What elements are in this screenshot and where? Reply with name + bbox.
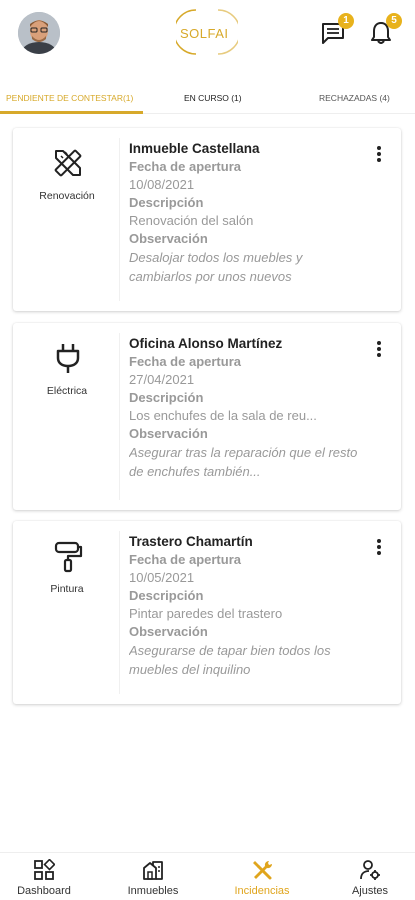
description-label: Descripción	[129, 390, 204, 405]
active-tab-indicator	[0, 111, 143, 114]
card-divider	[119, 333, 120, 500]
solfai-logo: SOLFAI	[176, 6, 238, 58]
category-label: Pintura	[50, 583, 84, 595]
user-settings-icon	[360, 860, 380, 880]
logo-text: SOLFAI	[180, 26, 229, 41]
electric-plug-icon	[51, 341, 85, 375]
tab-pending[interactable]: PENDIENTE DE CONTESTAR(1)	[6, 93, 133, 103]
observation-label: Observación	[129, 624, 208, 639]
observation-label: Observación	[129, 231, 208, 246]
nav-dashboard[interactable]: Dashboard	[0, 859, 88, 897]
date-label: Fecha de apertura	[129, 552, 241, 567]
buildings-icon	[143, 861, 163, 880]
renovation-tools-icon	[51, 146, 85, 180]
status-tabs: PENDIENTE DE CONTESTAR(1) EN CURSO (1) R…	[0, 84, 415, 114]
paint-roller-icon	[51, 539, 85, 573]
nav-label: Ajustes	[351, 885, 389, 897]
incident-card[interactable]: Eléctrica Oficina Alonso Martínez Fecha …	[13, 323, 401, 510]
more-options-icon[interactable]	[371, 146, 387, 164]
incident-card[interactable]: Pintura Trastero Chamartín Fecha de aper…	[13, 521, 401, 704]
description-value: Los enchufes de la sala de reu...	[129, 408, 317, 423]
category-label: Eléctrica	[46, 385, 88, 397]
messages-badge: 1	[338, 13, 354, 29]
property-title: Inmueble Castellana	[129, 141, 260, 156]
notifications-badge: 5	[386, 13, 402, 29]
card-info: Trastero Chamartín Fecha de apertura 10/…	[129, 533, 364, 679]
tools-icon	[253, 860, 273, 880]
tab-rejected[interactable]: RECHAZADAS (4)	[319, 93, 390, 103]
nav-label: Incidencias	[234, 885, 290, 897]
observation-value: Desalojar todos los muebles y cambiarlos…	[129, 250, 303, 284]
card-divider	[119, 138, 120, 301]
notifications-button[interactable]: 5	[368, 13, 402, 46]
date-label: Fecha de apertura	[129, 354, 241, 369]
more-options-icon[interactable]	[371, 341, 387, 359]
avatar[interactable]	[18, 12, 60, 54]
card-info: Oficina Alonso Martínez Fecha de apertur…	[129, 335, 364, 481]
description-label: Descripción	[129, 588, 204, 603]
description-value: Pintar paredes del trastero	[129, 606, 283, 621]
observation-value: Asegurar tras la reparación que el resto…	[129, 445, 358, 479]
dashboard-icon	[34, 859, 55, 880]
observation-label: Observación	[129, 426, 208, 441]
incident-card[interactable]: Renovación Inmueble Castellana Fecha de …	[13, 128, 401, 311]
card-info: Inmueble Castellana Fecha de apertura 10…	[129, 140, 364, 286]
observation-value: Asegurarse de tapar bien todos los muebl…	[129, 643, 331, 677]
date-value: 10/08/2021	[129, 177, 195, 192]
nav-label: Inmuebles	[127, 885, 179, 897]
category-label: Renovación	[39, 190, 95, 202]
description-label: Descripción	[129, 195, 204, 210]
date-value: 10/05/2021	[129, 570, 195, 585]
nav-incidencias[interactable]: Incidencias	[218, 859, 306, 897]
bottom-navigation: Dashboard Inmuebles Incidencias Ajustes	[0, 852, 415, 900]
property-title: Oficina Alonso Martínez	[129, 336, 283, 351]
more-options-icon[interactable]	[371, 539, 387, 557]
description-value: Renovación del salón	[129, 213, 254, 228]
nav-label: Dashboard	[17, 885, 71, 897]
app-header: SOLFAI 1 5	[0, 0, 415, 70]
tab-in-progress[interactable]: EN CURSO (1)	[184, 93, 242, 103]
property-title: Trastero Chamartín	[129, 534, 253, 549]
card-divider	[119, 531, 120, 694]
messages-button[interactable]: 1	[320, 13, 354, 46]
nav-inmuebles[interactable]: Inmuebles	[109, 859, 197, 897]
date-label: Fecha de apertura	[129, 159, 241, 174]
date-value: 27/04/2021	[129, 372, 195, 387]
nav-ajustes[interactable]: Ajustes	[326, 859, 414, 897]
